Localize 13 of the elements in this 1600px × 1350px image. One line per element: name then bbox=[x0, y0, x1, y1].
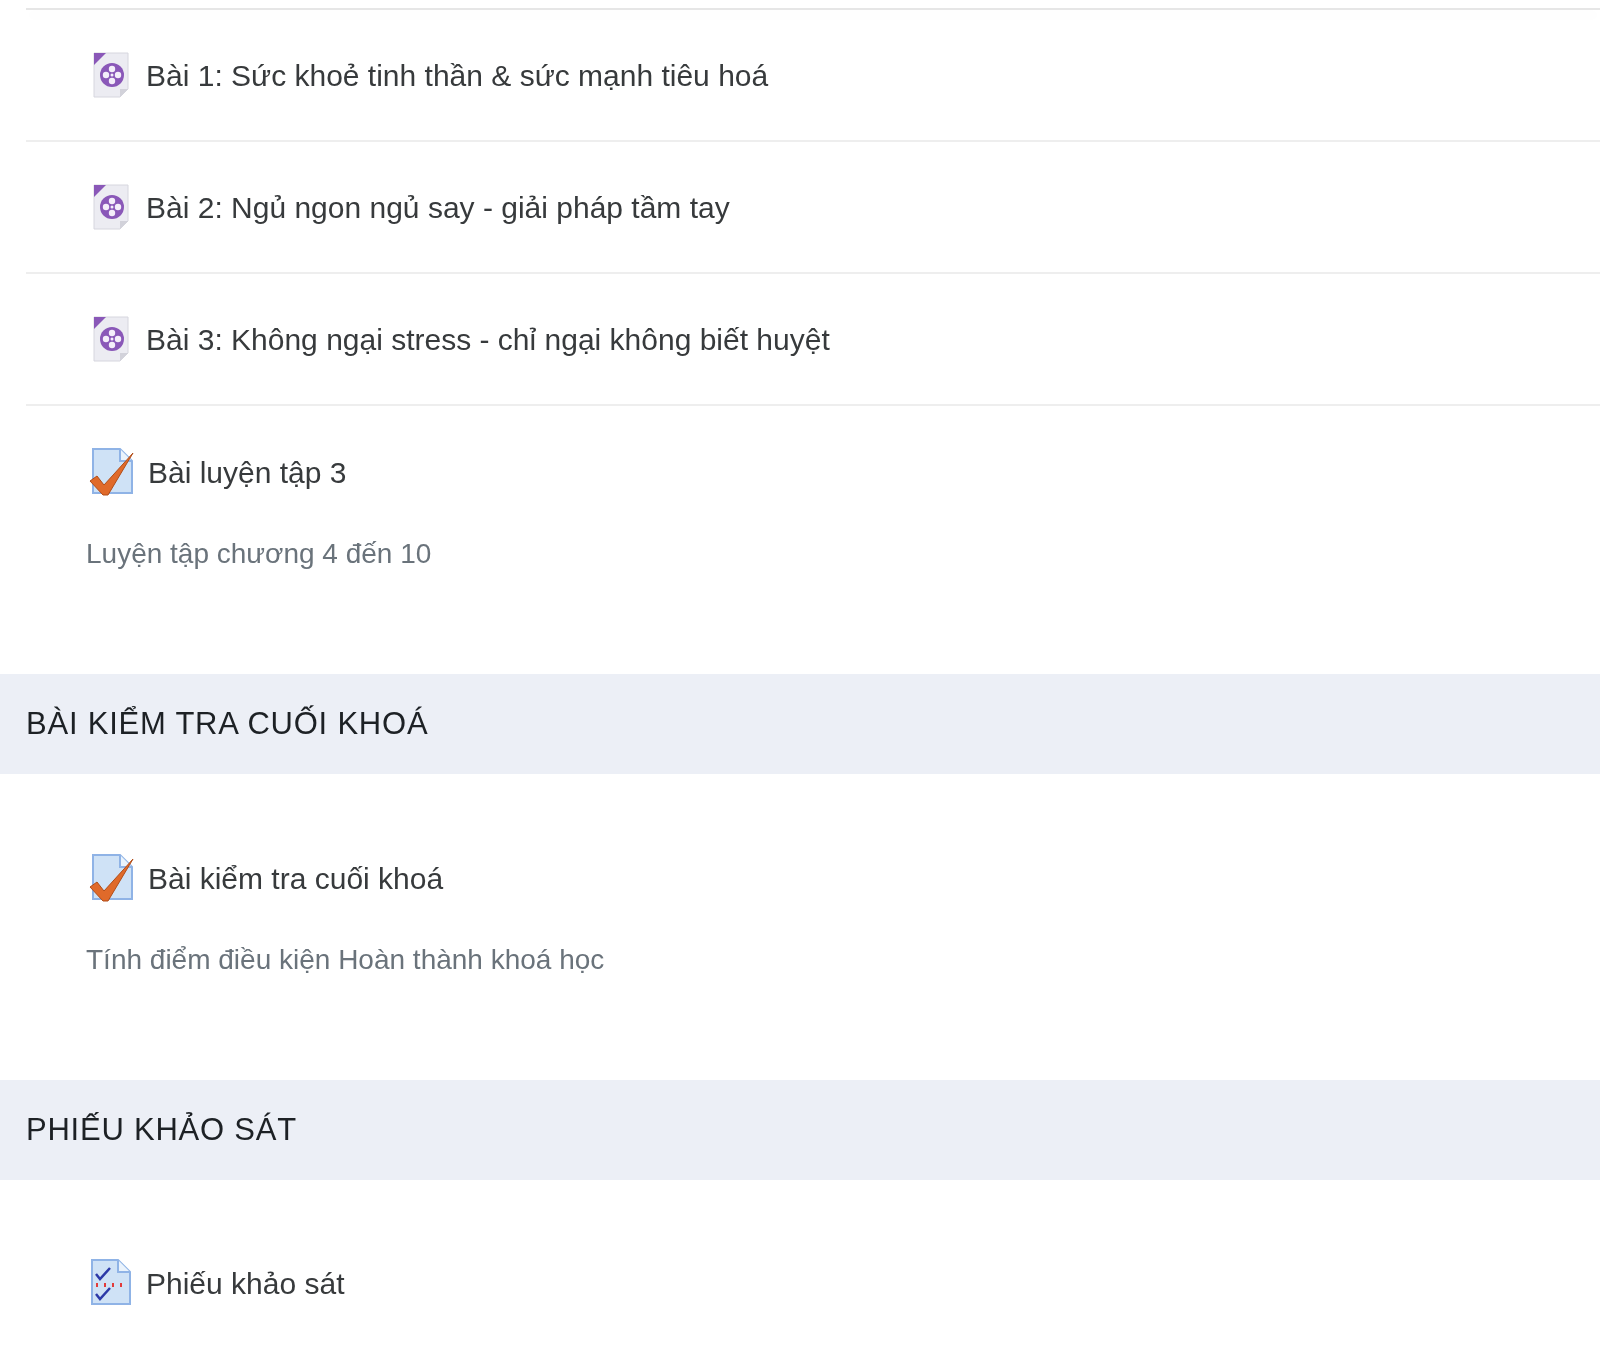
section-heading: BÀI KIỂM TRA CUỐI KHOÁ bbox=[26, 704, 429, 743]
activity-link[interactable]: Bài 2: Ngủ ngon ngủ say - giải pháp tầm tay bbox=[146, 184, 730, 230]
activity-link[interactable]: Bài 1: Sức khoẻ tinh thần & sức mạnh tiêu hoá bbox=[146, 52, 769, 98]
activity-link[interactable]: Bài kiểm tra cuối khoá bbox=[148, 855, 444, 901]
section-heading: PHIẾU KHẢO SÁT bbox=[26, 1110, 297, 1149]
checked-document-icon bbox=[88, 447, 136, 497]
activity-description: Luyện tập chương 4 đến 10 bbox=[86, 537, 433, 571]
checked-document-icon bbox=[88, 853, 136, 903]
activity-link[interactable]: Bài luyện tập 3 bbox=[148, 449, 347, 495]
checklist-document-icon bbox=[88, 1258, 134, 1308]
activity-link[interactable]: Phiếu khảo sát bbox=[146, 1260, 345, 1306]
activity-description: Tính điểm điều kiện Hoàn thành khoá học bbox=[86, 943, 606, 977]
activity-link[interactable]: Bài 3: Không ngại stress - chỉ ngại không biết huyệt bbox=[146, 316, 830, 362]
